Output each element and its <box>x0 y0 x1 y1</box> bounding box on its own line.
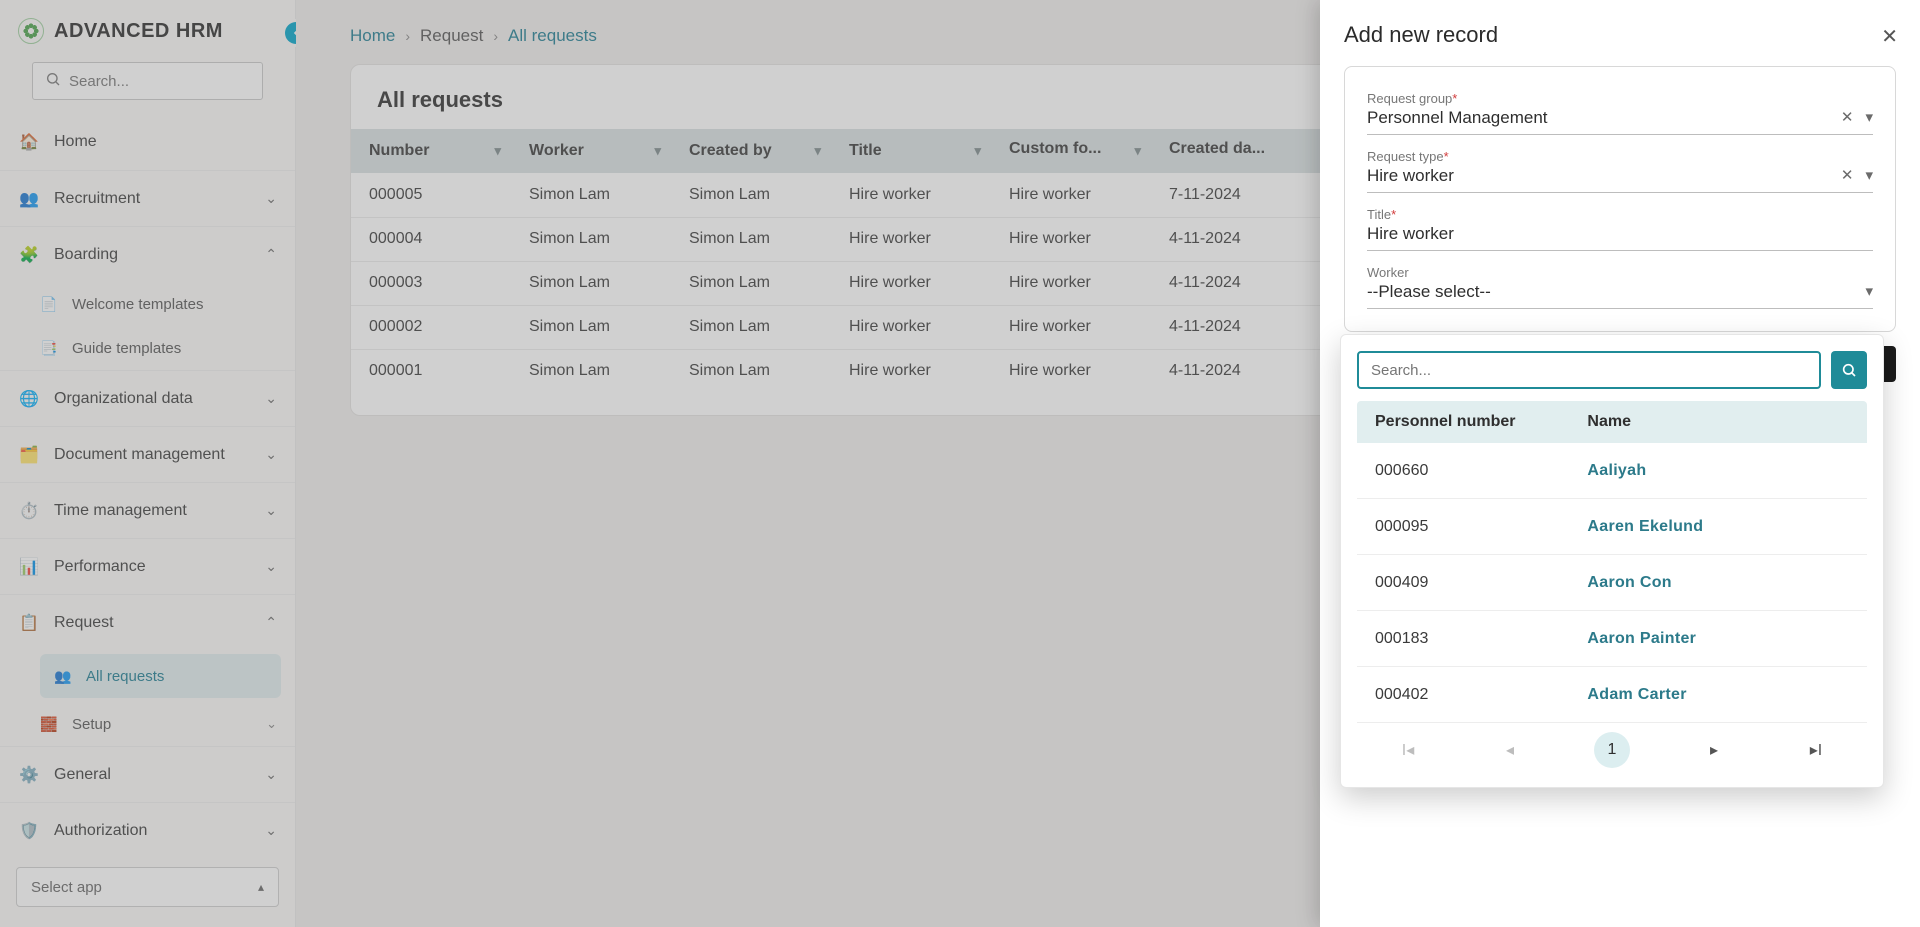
chevron-down-icon[interactable]: ▾ <box>1865 282 1873 300</box>
worker-option-number: 000660 <box>1357 462 1581 480</box>
worker-dropdown-pager: I◂ ◂ 1 ▸ ▸I <box>1357 723 1867 777</box>
field-request-type-value: Hire worker <box>1367 166 1873 186</box>
panel-form: Request group* Personnel Management ✕▾ R… <box>1344 66 1896 332</box>
worker-option-name: Adam Carter <box>1581 686 1686 704</box>
required-marker: * <box>1391 207 1396 222</box>
clear-icon[interactable]: ✕ <box>1841 166 1854 184</box>
field-worker-label: Worker <box>1367 265 1409 280</box>
dd-col-name: Name <box>1581 413 1631 431</box>
worker-option-number: 000095 <box>1357 518 1581 536</box>
worker-option[interactable]: 000183Aaron Painter <box>1357 611 1867 667</box>
pager-first[interactable]: I◂ <box>1390 732 1426 768</box>
field-request-type[interactable]: Request type* Hire worker ✕ ▾ <box>1367 145 1873 193</box>
pager-last[interactable]: ▸I <box>1798 732 1834 768</box>
field-request-group-value: Personnel Management <box>1367 108 1873 128</box>
worker-search-button[interactable] <box>1831 351 1867 389</box>
clear-icon[interactable]: ✕ <box>1841 108 1854 126</box>
field-title-label: Title <box>1367 207 1391 222</box>
close-icon[interactable]: ✕ <box>1881 24 1898 49</box>
worker-option-name: Aaron Con <box>1581 574 1671 592</box>
field-title-value: Hire worker <box>1367 224 1873 244</box>
field-request-group[interactable]: Request group* Personnel Management ✕ ▾ <box>1367 87 1873 135</box>
worker-dropdown: Personnel number Name 000660Aaliyah00009… <box>1340 334 1884 788</box>
dd-col-personnel: Personnel number <box>1357 413 1581 431</box>
pager-page-1[interactable]: 1 <box>1594 732 1630 768</box>
worker-dropdown-header: Personnel number Name <box>1357 401 1867 443</box>
required-marker: * <box>1444 149 1449 164</box>
pager-next[interactable]: ▸ <box>1696 732 1732 768</box>
pager-prev[interactable]: ◂ <box>1492 732 1528 768</box>
worker-search-input[interactable] <box>1357 351 1821 389</box>
worker-option-name: Aaliyah <box>1581 462 1646 480</box>
field-request-group-label: Request group <box>1367 91 1452 106</box>
worker-option-number: 000409 <box>1357 574 1581 592</box>
chevron-down-icon[interactable]: ▾ <box>1865 108 1873 126</box>
worker-option[interactable]: 000409Aaron Con <box>1357 555 1867 611</box>
panel-title: Add new record <box>1344 22 1896 48</box>
chevron-down-icon[interactable]: ▾ <box>1865 166 1873 184</box>
worker-option-name: Aaron Painter <box>1581 630 1696 648</box>
add-record-panel: Add new record ✕ Request group* Personne… <box>1320 0 1920 927</box>
field-worker-value: --Please select-- <box>1367 282 1873 302</box>
worker-option[interactable]: 000402Adam Carter <box>1357 667 1867 723</box>
required-marker: * <box>1452 91 1457 106</box>
worker-option[interactable]: 000660Aaliyah <box>1357 443 1867 499</box>
field-request-type-label: Request type <box>1367 149 1444 164</box>
worker-option[interactable]: 000095Aaren Ekelund <box>1357 499 1867 555</box>
worker-option-number: 000402 <box>1357 686 1581 704</box>
worker-option-number: 000183 <box>1357 630 1581 648</box>
worker-option-name: Aaren Ekelund <box>1581 518 1703 536</box>
field-title[interactable]: Title* Hire worker <box>1367 203 1873 251</box>
field-worker[interactable]: Worker --Please select-- ▾ <box>1367 261 1873 309</box>
